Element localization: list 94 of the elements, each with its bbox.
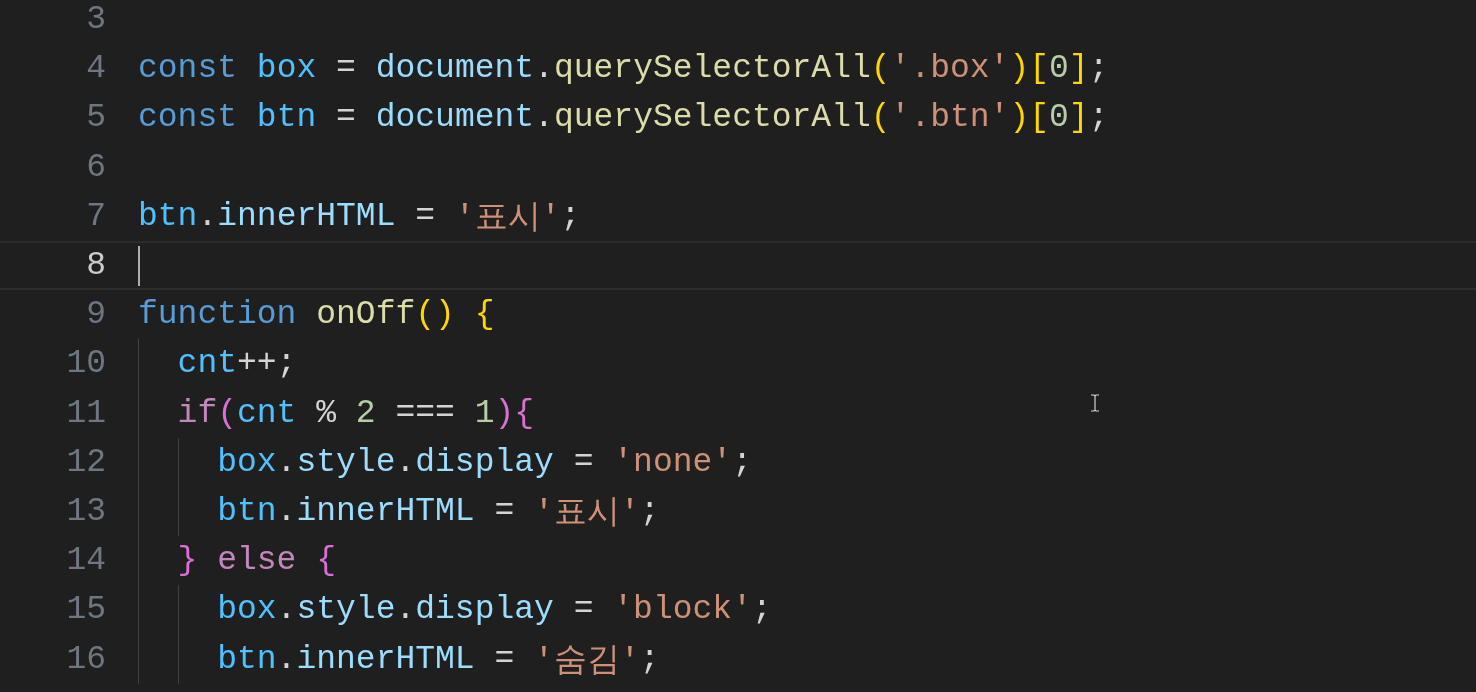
property-name: innerHTML [296,492,475,530]
string-literal: '.btn' [890,99,1010,137]
code-punctuation: . [395,443,416,481]
bracket: { [514,394,535,432]
keyword: else [216,542,297,580]
code-punctuation: === [394,394,456,432]
variable-name: btn [138,197,198,235]
property-name: innerHTML [217,197,396,235]
code-punctuation: ; [751,591,772,629]
property-name: display [415,591,554,629]
code-punctuation: ; [560,197,581,235]
bracket: [ [1029,50,1050,88]
bracket: ) [1009,99,1030,137]
code-punctuation: ; [732,443,752,481]
bracket: ( [870,50,891,88]
bracket: } [177,542,198,580]
variable-name: box [255,50,317,88]
bracket: ) [494,394,515,432]
line-number: 12 [65,443,106,481]
bracket: ( [217,394,237,432]
property-name: innerHTML [296,640,475,678]
keyword: const [138,99,238,137]
line-number: 8 [85,247,106,285]
code-punctuation: = [572,443,595,481]
bracket: { [473,296,495,334]
bracket: { [315,542,337,580]
number-literal: 1 [474,394,495,432]
line-number: 5 [85,99,106,137]
line-number: 13 [65,492,106,530]
code-punctuation: . [534,99,554,137]
code-punctuation: . [276,640,297,678]
code-punctuation: ++; [237,345,297,383]
line-number: 6 [85,148,106,186]
code-punctuation: ; [1088,50,1109,88]
number-literal: 0 [1049,99,1069,137]
property-name: style [296,591,396,629]
string-literal: 'none' [613,443,733,481]
code-punctuation: . [197,197,218,235]
code-punctuation: = [493,492,516,530]
variable-name: cnt [237,394,297,432]
code-punctuation: . [395,591,416,629]
function-name: onOff [315,296,416,334]
code-punctuation: = [335,99,357,137]
code-punctuation: ; [1088,99,1109,137]
code-punctuation: . [534,50,554,88]
keyword: function [138,296,297,334]
string-literal: '표시' [534,493,640,534]
code-punctuation: % [315,394,338,432]
code-punctuation: . [276,591,297,629]
bracket: () [415,296,455,334]
text-cursor [138,245,140,286]
number-literal: 0 [1049,50,1069,88]
bracket: ( [870,99,891,137]
code-punctuation: ; [639,492,660,530]
bracket: [ [1029,99,1050,137]
string-literal: '숨김' [534,641,640,682]
line-number: 9 [85,296,106,334]
variable-name: box [217,443,277,481]
variable-name: document [375,99,535,137]
string-literal: '표시' [454,198,561,239]
line-number: 3 [85,1,106,39]
text-cursor-icon [1090,394,1100,412]
code-punctuation: ; [639,640,660,678]
code-punctuation: = [493,640,516,678]
bracket: ) [1009,50,1030,88]
number-literal: 2 [355,394,376,432]
bracket: ] [1068,50,1089,88]
line-number: 11 [65,394,106,432]
code-punctuation: . [276,492,297,530]
code-punctuation: = [335,50,357,88]
bracket: ] [1068,99,1089,137]
keyword: if [177,394,218,432]
variable-name: cnt [177,345,237,383]
code-punctuation: = [572,591,595,629]
line-number: 10 [65,345,106,383]
line-number: 4 [85,50,106,88]
code-punctuation: . [276,443,297,481]
variable-name: box [217,591,277,629]
keyword: const [138,50,238,88]
line-number: 7 [85,197,106,235]
variable-name: document [375,50,535,88]
variable-name: btn [255,99,317,137]
variable-name: btn [217,640,277,678]
property-name: style [296,443,396,481]
line-number: 14 [65,542,106,580]
string-literal: 'block' [613,591,752,629]
variable-name: btn [217,492,277,530]
line-number: 16 [65,640,106,678]
code-punctuation: = [414,197,437,235]
property-name: display [415,443,554,481]
function-name: querySelectorAll [553,50,871,88]
line-number: 15 [65,591,106,629]
string-literal: '.box' [890,50,1010,88]
function-name: querySelectorAll [553,99,871,137]
